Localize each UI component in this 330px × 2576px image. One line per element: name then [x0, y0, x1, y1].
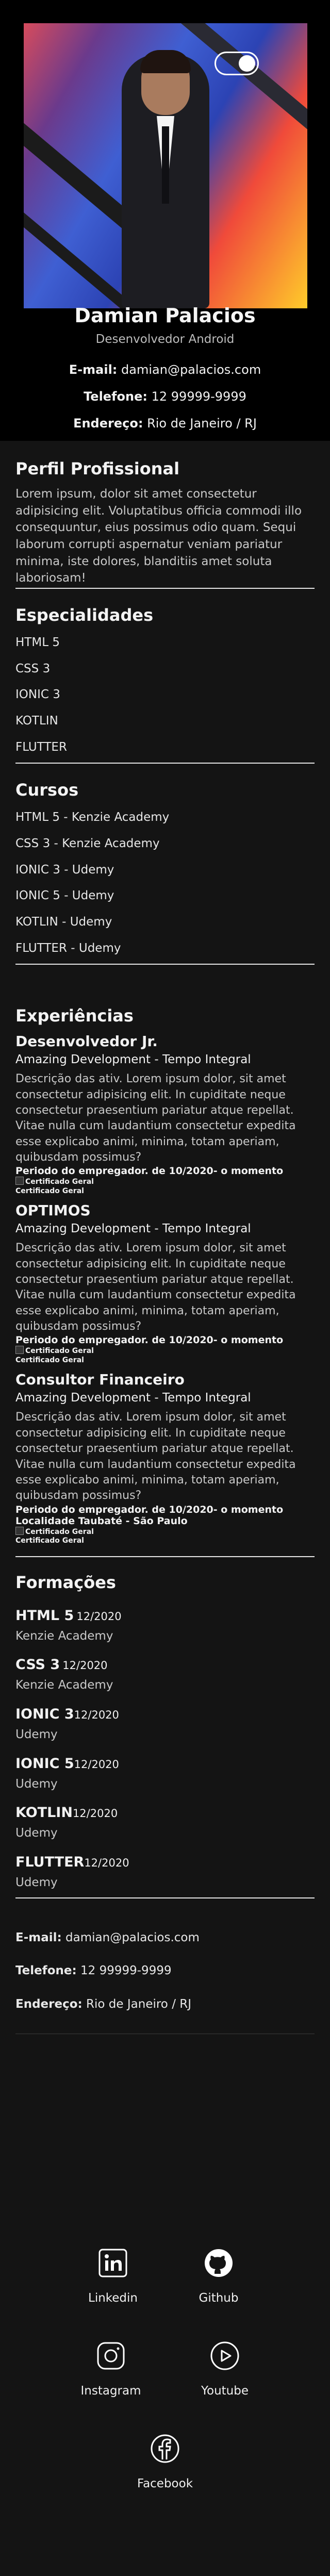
job-title: Consultor Financeiro: [15, 1371, 185, 1389]
linkedin-link[interactable]: Linkedin: [67, 2248, 159, 2305]
certificate-caption: Certificado Geral: [15, 1356, 84, 1364]
formacao-item: IONIC 312/2020 Udemy: [15, 1706, 119, 1741]
list-item: HTML 5: [15, 635, 60, 649]
job-description: Descrição das ativ. Lorem ipsum dolor, s…: [15, 1411, 296, 1502]
job-period: Periodo do empregador. de 10/2020- o mom…: [15, 1165, 284, 1177]
formacao-item: CSS 3 12/2020 Kenzie Academy: [15, 1657, 113, 1692]
list-item: HTML 5 - Kenzie Academy: [15, 811, 170, 824]
github-icon: [205, 2249, 233, 2277]
job-company: Amazing Development - Tempo Integral: [15, 1391, 251, 1405]
contact-email: E-mail: damian@palacios.com: [15, 1930, 200, 1944]
certificate-caption: Certificado Geral: [15, 1186, 84, 1195]
formacoes-section: Formações HTML 5 12/2020 Kenzie Academy …: [15, 1557, 315, 1898]
job-location: Localidade Taubaté - São Paulo: [15, 1515, 188, 1527]
github-link[interactable]: Github: [172, 2248, 265, 2305]
list-item: CSS 3 - Kenzie Academy: [15, 836, 160, 850]
list-item: IONIC 3: [15, 688, 60, 702]
job-company: Amazing Development - Tempo Integral: [15, 1222, 251, 1236]
list-item: IONIC 3 - Udemy: [15, 863, 114, 877]
list-item: CSS 3: [15, 662, 51, 675]
perfil-title: Perfil Profissional: [15, 459, 180, 478]
list-item: FLUTTER - Udemy: [15, 941, 121, 955]
profile-header: Damian Palacios Desenvolvedor Android E-…: [0, 0, 330, 441]
profile-name: Damian Palacios: [74, 304, 256, 327]
contact-section: E-mail: damian@palacios.com Telefone: 12…: [15, 1898, 315, 2034]
job-item: OPTIMOS Amazing Development - Tempo Inte…: [15, 1202, 315, 1365]
header-email: E-mail: damian@palacios.com: [69, 362, 261, 377]
instagram-link[interactable]: Instagram: [64, 2341, 157, 2398]
list-item: FLUTTER: [15, 740, 67, 754]
certificate-caption: Certificado Geral: [15, 1537, 84, 1545]
job-description: Descrição das ativ. Lorem ipsum dolor, s…: [15, 1072, 296, 1164]
header-address: Endereço: Rio de Janeiro / RJ: [73, 416, 257, 431]
contact-phone: Telefone: 12 99999-9999: [15, 1964, 172, 1978]
experiencias-title: Experiências: [15, 1006, 134, 1026]
list-item: KOTLIN - Udemy: [15, 915, 112, 929]
especialidades-section: Especialidades HTML 5 CSS 3 IONIC 3 KOTL…: [15, 589, 315, 764]
cursos-title: Cursos: [15, 780, 79, 800]
facebook-icon: [151, 2434, 179, 2463]
perfil-text: Lorem ipsum, dolor sit amet consectetur …: [15, 487, 302, 585]
linkedin-icon: [98, 2249, 127, 2277]
job-period: Periodo do empregador. de 10/2020- o mom…: [15, 1334, 284, 1346]
job-company: Amazing Development - Tempo Integral: [15, 1053, 251, 1067]
youtube-icon: [210, 2341, 239, 2370]
facebook-link[interactable]: Facebook: [119, 2434, 211, 2490]
header-phone: Telefone: 12 99999-9999: [84, 389, 246, 404]
formacao-item: HTML 5 12/2020 Kenzie Academy: [15, 1607, 122, 1643]
formacao-item: KOTLIN12/2020 Udemy: [15, 1805, 118, 1840]
job-period: Periodo do empregador. de 10/2020- o mom…: [15, 1504, 284, 1515]
broken-image-icon: [15, 1526, 24, 1535]
job-description: Descrição das ativ. Lorem ipsum dolor, s…: [15, 1242, 296, 1333]
broken-image-icon: [15, 1177, 24, 1185]
list-item: KOTLIN: [15, 714, 58, 728]
theme-toggle[interactable]: [214, 52, 259, 75]
profile-photo: [24, 23, 307, 308]
experiencias-section: Experiências Desenvolvedor Jr. Amazing D…: [15, 965, 315, 1557]
cursos-section: Cursos HTML 5 - Kenzie Academy CSS 3 - K…: [15, 764, 315, 965]
job-item: Desenvolvedor Jr. Amazing Development - …: [15, 1033, 315, 1196]
youtube-link[interactable]: Youtube: [178, 2341, 271, 2398]
formacao-item: IONIC 512/2020 Udemy: [15, 1755, 119, 1791]
certificate-image[interactable]: Certificado Geral: [15, 1346, 315, 1356]
perfil-section: Perfil Profissional Lorem ipsum, dolor s…: [15, 441, 315, 589]
instagram-icon: [97, 2342, 125, 2370]
job-title: Desenvolvedor Jr.: [15, 1033, 158, 1050]
profile-role: Desenvolvedor Android: [95, 333, 235, 346]
contact-address: Endereço: Rio de Janeiro / RJ: [15, 1997, 192, 2011]
certificate-image[interactable]: Certificado Geral: [15, 1526, 315, 1537]
job-title: OPTIMOS: [15, 1202, 91, 1219]
certificate-image[interactable]: Certificado Geral: [15, 1177, 315, 1187]
list-item: IONIC 5 - Udemy: [15, 889, 114, 903]
especialidades-title: Especialidades: [15, 605, 154, 625]
formacoes-title: Formações: [15, 1572, 116, 1592]
job-item: Consultor Financeiro Amazing Development…: [15, 1371, 315, 1545]
formacao-item: FLUTTER12/2020 Udemy: [15, 1854, 129, 1889]
broken-image-icon: [15, 1346, 24, 1355]
